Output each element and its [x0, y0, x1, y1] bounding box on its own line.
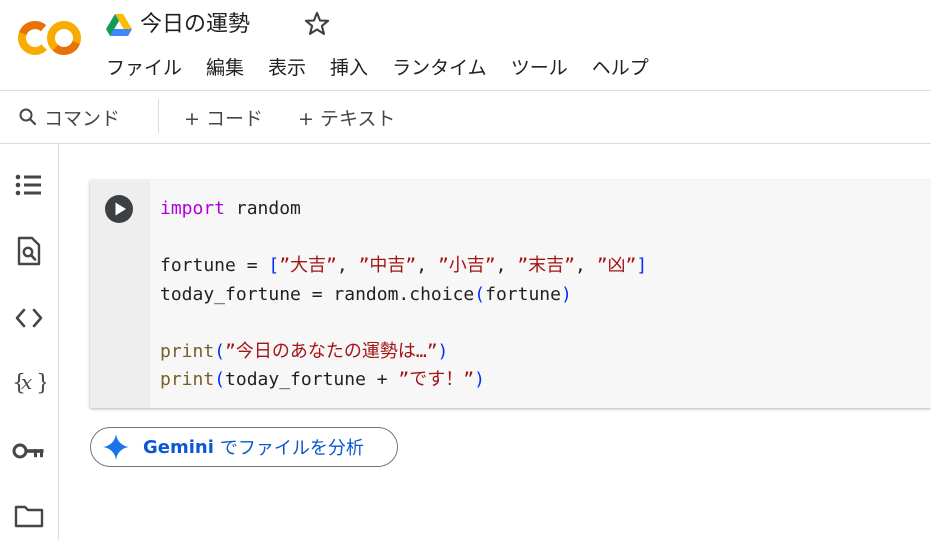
add-text-label: + テキスト: [298, 107, 396, 130]
cell-gutter: [90, 180, 150, 408]
files-folder-icon[interactable]: [12, 499, 46, 533]
menu-view[interactable]: 表示: [268, 52, 306, 84]
secrets-key-icon[interactable]: [12, 434, 46, 468]
command-palette-button[interactable]: コマンド: [18, 101, 120, 133]
gemini-sparkle-icon: [103, 434, 129, 460]
gemini-action-label: でファイルを分析: [219, 438, 364, 459]
google-drive-icon[interactable]: [106, 14, 132, 36]
code-cell[interactable]: import random fortune = [”大吉”, ”中吉”, ”小吉…: [90, 180, 931, 408]
run-cell-icon[interactable]: [105, 195, 133, 223]
add-text-button[interactable]: + テキスト: [298, 101, 395, 133]
star-icon[interactable]: [303, 10, 331, 38]
svg-text:x: x: [21, 370, 32, 394]
left-rail: { x }: [0, 144, 59, 540]
menu-help[interactable]: ヘルプ: [592, 52, 649, 84]
menu-insert[interactable]: 挿入: [330, 52, 368, 84]
search-icon: [19, 108, 37, 126]
menu-bar: ファイル 編集 表示 挿入 ランタイム ツール ヘルプ: [106, 52, 673, 84]
command-label: コマンド: [44, 107, 121, 130]
gemini-analyze-button[interactable]: Gemini でファイルを分析: [90, 427, 398, 467]
menu-file[interactable]: ファイル: [106, 52, 182, 84]
toc-icon[interactable]: [12, 168, 46, 202]
header: 今日の運勢 ファイル 編集 表示 挿入 ランタイム ツール ヘルプ: [0, 0, 931, 90]
code-snippets-icon[interactable]: [12, 301, 46, 335]
toolbar: コマンド + コード + テキスト: [0, 91, 931, 143]
toolbar-divider: [0, 143, 931, 144]
add-code-button[interactable]: + コード: [184, 101, 263, 133]
colab-logo[interactable]: [18, 16, 82, 60]
menu-runtime[interactable]: ランタイム: [392, 52, 487, 84]
toolbar-separator: [158, 99, 159, 133]
code-editor[interactable]: import random fortune = [”大吉”, ”中吉”, ”小吉…: [160, 195, 647, 395]
svg-text:}: }: [36, 371, 46, 396]
find-replace-icon[interactable]: [12, 234, 46, 268]
variables-icon[interactable]: { x }: [12, 366, 46, 400]
add-code-label: + コード: [184, 107, 263, 130]
menu-edit[interactable]: 編集: [206, 52, 244, 84]
gemini-brand-label: Gemini: [143, 436, 214, 458]
menu-tools[interactable]: ツール: [511, 52, 568, 84]
notebook-title[interactable]: 今日の運勢: [140, 8, 250, 42]
